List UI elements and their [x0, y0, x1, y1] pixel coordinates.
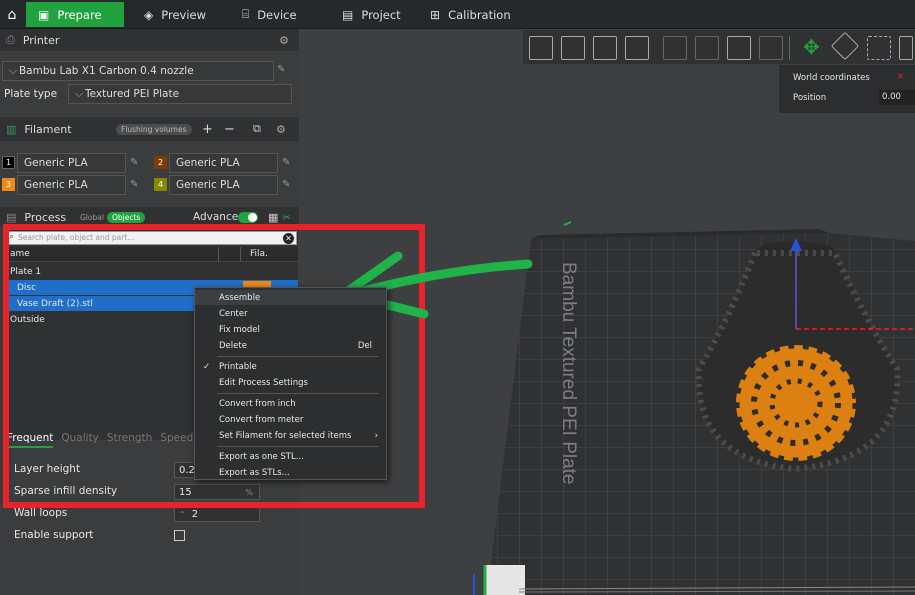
plate-label: Bambu Textured PEI Plate [558, 262, 579, 485]
flushing-volumes-button[interactable]: Flushing volumes [116, 123, 192, 135]
tab-strength[interactable]: Strength [107, 432, 152, 448]
filament-gear-icon[interactable]: ⚙ [276, 123, 286, 136]
tab-preview[interactable]: ◈ Preview [132, 2, 218, 27]
filament-select-2[interactable]: Generic PLA [169, 153, 278, 173]
global-toggle[interactable]: Global [75, 212, 109, 223]
layers-icon: ◈ [144, 7, 154, 22]
filament-select-1[interactable]: Generic PLA [17, 153, 126, 173]
sparse-infill-label: Sparse infill density [14, 485, 118, 497]
tab-speed[interactable]: Speed [160, 432, 193, 448]
filament-number: 3 [2, 178, 15, 191]
tab-project[interactable]: ▤ Project [330, 2, 413, 27]
advance-switch[interactable] [238, 211, 258, 223]
project-icon: ▤ [342, 7, 354, 22]
process-icon: ▤ [6, 210, 17, 224]
filament-select-3[interactable]: Generic PLA [17, 175, 126, 195]
menu-item-export-one-stl[interactable]: Export as one STL... [195, 449, 386, 464]
menu-item-center[interactable]: Center [195, 306, 386, 321]
search-icon: ⌕ [9, 232, 15, 242]
menu-item-edit-process-settings[interactable]: Edit Process Settings [195, 375, 386, 390]
layer-height-label: Layer height [14, 463, 81, 475]
printer-section-header: ⎙ Printer ⚙ [0, 29, 299, 51]
filament-number: 2 [154, 156, 167, 169]
wall-loops-label: Wall loops [14, 507, 68, 519]
tab-quality[interactable]: Quality [61, 432, 99, 448]
build-plate-scene: Bambu Textured PEI Plate [473, 221, 915, 595]
3d-viewport[interactable]: ✥ World coordinates ✕ Position 0.00 Bamb… [299, 29, 915, 595]
gear-icon[interactable]: ⚙ [279, 34, 289, 47]
tab-frequent[interactable]: Frequent [7, 432, 54, 448]
printer-select[interactable]: ⌵ Bambu Lab X1 Carbon 0.4 nozzle [2, 61, 274, 81]
remove-icon[interactable]: − [224, 122, 235, 137]
calibration-icon: ⊞ [430, 7, 441, 22]
printer-icon: ⎙ [6, 33, 15, 46]
tab-prepare[interactable]: ▣ Prepare [26, 2, 124, 27]
process-section-header: ▤ Process Global Objects Advance ▦ ✂ [0, 207, 299, 227]
menu-item-assemble[interactable]: Assemble [195, 290, 386, 305]
edit-icon[interactable]: ✎ [282, 157, 290, 168]
menu-item-export-stls[interactable]: Export as STLs... [195, 465, 386, 480]
objects-toggle[interactable]: Objects [107, 211, 146, 223]
enable-support-label: Enable support [14, 529, 94, 541]
object-search-input[interactable]: ⌕ Search plate, object and part... ✕ [7, 231, 297, 245]
tab-calibration[interactable]: ⊞ Calibration [418, 2, 523, 27]
enable-support-checkbox[interactable] [174, 530, 185, 541]
compare-icon[interactable]: ▦ [268, 211, 278, 224]
sync-icon[interactable]: ⧉ [253, 122, 261, 136]
filament-section-header: ▥ Filament Flushing volumes + − ⧉ ⚙ [0, 117, 299, 141]
settings-tabs: Frequent Quality Strength Speed [7, 432, 193, 448]
filament-select-4[interactable]: Generic PLA [169, 175, 278, 195]
menu-item-convert-inch[interactable]: Convert from inch [195, 396, 386, 411]
edit-icon[interactable]: ✎ [130, 179, 138, 190]
menu-item-convert-meter[interactable]: Convert from meter [195, 412, 386, 427]
plate-row[interactable]: Plate 1 [5, 264, 298, 279]
home-icon[interactable]: ⌂ [0, 0, 24, 29]
top-menu-bar: ⌂ ▣ Prepare ◈ Preview ⌸ Device ▤ Project ⊞ Ca… [0, 0, 915, 29]
edit-icon[interactable]: ✎ [130, 157, 138, 168]
cube-icon: ▣ [38, 7, 50, 22]
sparse-infill-input[interactable]: 15 % [174, 484, 260, 500]
filament-number: 1 [2, 156, 15, 169]
origin-cube [485, 565, 525, 595]
device-icon: ⌸ [242, 7, 250, 21]
edit-icon[interactable]: ✎ [282, 179, 290, 190]
wall-loops-stepper[interactable]: ⌃ 2 [174, 506, 260, 522]
add-icon[interactable]: + [202, 122, 213, 137]
filament-number: 4 [154, 178, 167, 191]
tab-device[interactable]: ⌸ Device [230, 2, 309, 27]
settings-tool-icon[interactable]: ✂ [282, 211, 291, 224]
context-menu: Assemble Center Fix model Delete Del ✓ P… [194, 287, 387, 480]
plate-type-label: Plate type [4, 88, 58, 100]
plate-type-select[interactable]: ⌵ Textured PEI Plate [68, 84, 292, 104]
advance-label: Advance [193, 211, 239, 223]
chevron-right-icon: › [374, 430, 378, 441]
filament-icon: ▥ [6, 122, 17, 136]
clear-search-icon[interactable]: ✕ [283, 233, 294, 244]
edit-icon[interactable]: ✎ [277, 64, 285, 75]
object-list-header: ame Fila. [5, 247, 298, 262]
menu-item-set-filament[interactable]: Set Filament for selected items › [195, 428, 386, 443]
menu-item-printable[interactable]: ✓ Printable [195, 359, 386, 374]
checkmark-icon: ✓ [203, 361, 211, 372]
menu-item-fix-model[interactable]: Fix model [195, 322, 386, 337]
menu-item-delete[interactable]: Delete Del [195, 338, 386, 353]
